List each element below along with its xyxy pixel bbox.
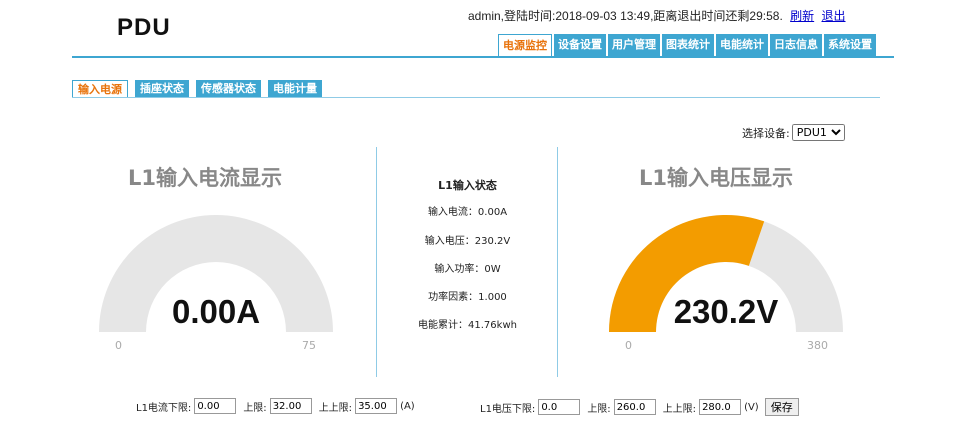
save-button[interactable]: 保存	[764, 398, 799, 416]
voltage-upper-upper-input[interactable]	[699, 399, 742, 415]
status-input-current: 输入电流：0.00A	[427, 207, 508, 218]
session-info: admin,登陆时间:2018-09-03 13:49,距离退出时间还剩29:5…	[468, 9, 783, 23]
nav-divider	[72, 56, 894, 58]
nav-user-management[interactable]: 用户管理	[608, 34, 660, 56]
nav-chart-stats[interactable]: 图表统计	[662, 34, 714, 56]
voltage-lower-input[interactable]	[538, 399, 581, 415]
panel-divider-left	[376, 147, 377, 377]
current-upper-upper-input[interactable]	[355, 398, 398, 414]
status-power-factor: 功率因素：1.000	[428, 292, 507, 303]
voltage-upper-upper-label: 上上限:	[662, 403, 697, 415]
voltage-limits-form: L1电压下限: 上限: 上上限: (V) 保存	[480, 398, 799, 416]
nav-power-monitor[interactable]: 电源监控	[498, 34, 552, 56]
device-select-label: 选择设备:	[742, 126, 790, 140]
nav-log-info[interactable]: 日志信息	[770, 34, 822, 56]
voltage-lower-label: L1电压下限:	[480, 403, 536, 415]
sub-tabs: 输入电源 插座状态 传感器状态 电能计量	[72, 80, 329, 98]
panel-divider-right	[557, 147, 558, 377]
refresh-link[interactable]: 刷新	[790, 9, 814, 23]
subtab-divider	[72, 97, 880, 98]
current-gauge-min: 0	[115, 339, 122, 352]
status-input-voltage: 输入电压：230.2V	[424, 236, 511, 247]
current-lower-label: L1电流下限:	[136, 402, 192, 414]
current-unit: (A)	[400, 400, 415, 412]
voltage-gauge-title: L1输入电压显示	[639, 166, 793, 190]
tab-energy-metering[interactable]: 电能计量	[268, 80, 322, 97]
device-selector: 选择设备: PDU1	[742, 124, 845, 141]
user-info-bar: admin,登陆时间:2018-09-03 13:49,距离退出时间还剩29:5…	[468, 7, 846, 24]
voltage-upper-input[interactable]	[613, 399, 656, 415]
tab-input-power[interactable]: 输入电源	[72, 80, 128, 98]
voltage-unit: (V)	[744, 401, 759, 413]
current-upper-upper-label: 上上限:	[318, 402, 353, 414]
status-energy-total: 电能累计：41.76kwh	[418, 320, 517, 331]
tab-outlet-status[interactable]: 插座状态	[135, 80, 189, 97]
tab-sensor-status[interactable]: 传感器状态	[196, 80, 261, 97]
app-logo: PDU	[117, 14, 171, 41]
current-gauge-value: 0.00A	[171, 293, 261, 330]
voltage-gauge-value: 230.2V	[673, 293, 779, 330]
nav-system-settings[interactable]: 系统设置	[824, 34, 876, 56]
current-gauge-title: L1输入电流显示	[128, 166, 282, 190]
device-select[interactable]: PDU1	[791, 124, 845, 141]
current-upper-label: 上限:	[243, 402, 267, 414]
current-limits-form: L1电流下限: 上限: 上上限: (A)	[136, 398, 415, 414]
voltage-gauge-max: 380	[807, 339, 828, 352]
voltage-gauge-min: 0	[625, 339, 632, 352]
logout-link[interactable]: 退出	[822, 9, 846, 23]
current-upper-input[interactable]	[269, 398, 312, 414]
voltage-upper-label: 上限:	[587, 403, 611, 415]
status-input-power: 输入功率：0W	[434, 264, 501, 275]
current-lower-input[interactable]	[194, 398, 237, 414]
nav-energy-stats[interactable]: 电能统计	[716, 34, 768, 56]
status-title: L1输入状态	[438, 179, 497, 192]
current-gauge-max: 75	[302, 339, 316, 352]
nav-device-settings[interactable]: 设备设置	[554, 34, 606, 56]
main-nav: 电源监控 设备设置 用户管理 图表统计 电能统计 日志信息 系统设置	[498, 34, 878, 56]
